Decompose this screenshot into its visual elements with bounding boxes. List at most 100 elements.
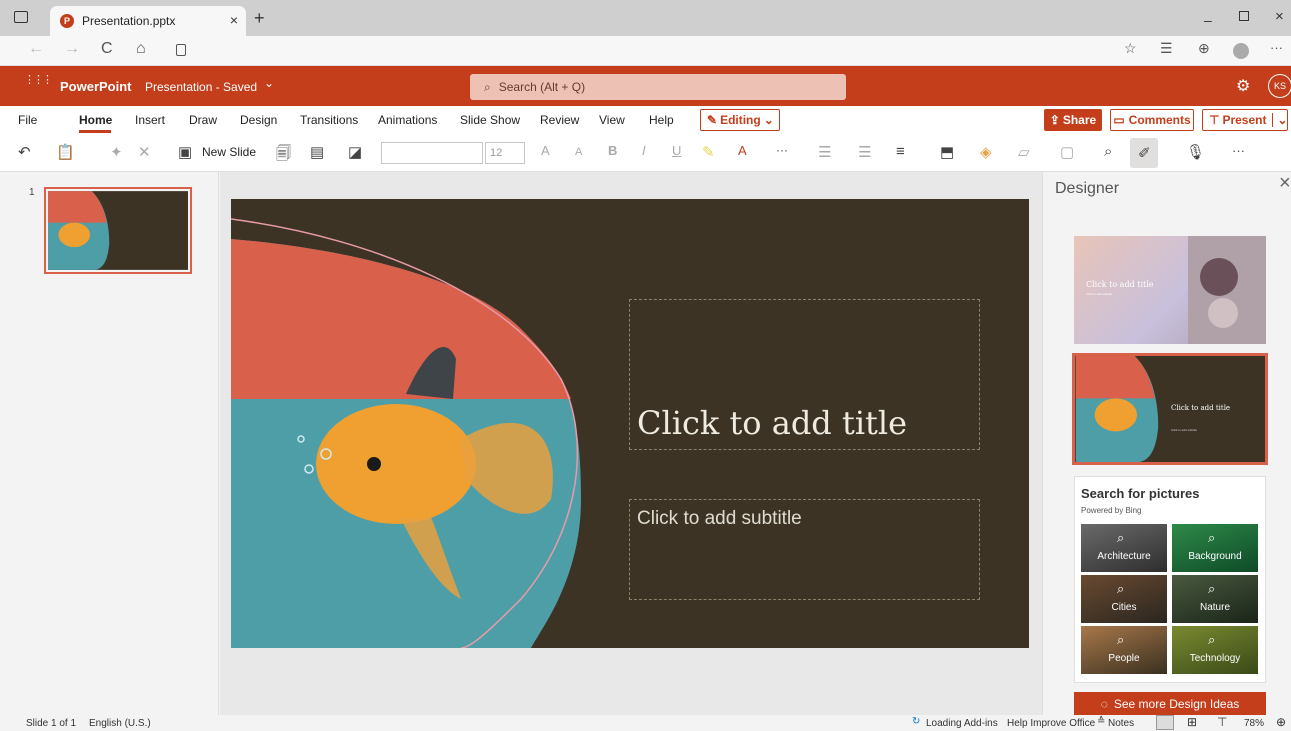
category-people[interactable]: ⌕ People	[1081, 626, 1167, 674]
category-architecture[interactable]: ⌕ Architecture	[1081, 524, 1167, 572]
close-window-icon[interactable]: ×	[1275, 8, 1284, 25]
delete-icon[interactable]: ✕	[138, 143, 151, 161]
bullets-icon[interactable]: ☰	[818, 143, 831, 161]
collections-icon[interactable]: ⊕	[1198, 40, 1210, 57]
menu-slideshow[interactable]: Slide Show	[460, 113, 520, 127]
forward-icon[interactable]: →	[64, 40, 80, 58]
more-options-icon[interactable]: ···	[1232, 143, 1245, 158]
help-improve-office[interactable]: Help Improve Office	[1007, 718, 1095, 729]
undo-icon[interactable]: ↶	[18, 143, 31, 161]
designer-close-icon[interactable]: ×	[1279, 172, 1291, 195]
notes-button[interactable]: Notes	[1108, 718, 1134, 729]
shapes-icon[interactable]: ⬒	[940, 143, 954, 161]
home-icon[interactable]: ⌂	[136, 40, 146, 58]
designer-toggle-icon[interactable]: ✐	[1130, 138, 1158, 168]
new-slide-icon[interactable]: ▣	[178, 143, 192, 161]
refresh-icon[interactable]: C	[101, 40, 113, 58]
slide[interactable]: Click to add title Click to add subtitle	[231, 199, 1029, 648]
design-idea-1[interactable]: Click to add title Click to add subtitle	[1074, 236, 1266, 344]
normal-view-icon[interactable]	[1156, 715, 1174, 730]
present-chevron-icon[interactable]: ⌄	[1272, 113, 1288, 127]
slide-thumbnail[interactable]	[44, 187, 192, 274]
settings-icon[interactable]: ⚙	[1236, 76, 1250, 96]
shape-fill-icon[interactable]: ◈	[980, 143, 992, 161]
app-launcher-icon[interactable]: ⋮⋮⋮	[24, 75, 53, 86]
font-size-dropdown[interactable]: 12	[485, 142, 525, 164]
subtitle-placeholder[interactable]: Click to add subtitle	[629, 499, 980, 600]
background-icon[interactable]: ◪	[348, 143, 362, 161]
format-painter-icon[interactable]: ✦	[110, 143, 123, 161]
slide-sorter-icon[interactable]: ⊞	[1187, 715, 1197, 729]
increase-font-icon[interactable]: A	[541, 143, 550, 158]
language-indicator[interactable]: English (U.S.)	[89, 718, 151, 729]
editing-mode-button[interactable]: ✎ Editing ⌄	[700, 109, 780, 131]
numbering-icon[interactable]: ☰	[858, 143, 871, 161]
menu-transitions[interactable]: Transitions	[300, 113, 358, 127]
restore-icon[interactable]	[1239, 11, 1249, 21]
category-search-icon: ⌕	[1117, 632, 1125, 647]
layout-icon[interactable]: ▤	[310, 143, 324, 161]
fit-to-window-icon[interactable]: ⊕	[1276, 715, 1286, 729]
decrease-font-icon[interactable]: A	[575, 146, 582, 158]
italic-icon[interactable]: I	[642, 143, 646, 158]
tab-title: Presentation.pptx	[82, 14, 176, 28]
underline-icon[interactable]: U	[672, 143, 681, 158]
slide-thumbnail-pane: 1	[0, 172, 219, 715]
shape-outline-icon[interactable]: ▱	[1018, 143, 1030, 161]
tab-close-icon[interactable]: ×	[230, 12, 238, 28]
see-more-design-ideas-button[interactable]: ◌ See more Design Ideas	[1074, 692, 1266, 715]
category-technology[interactable]: ⌕ Technology	[1172, 626, 1258, 674]
powerpoint-favicon-icon: P	[60, 14, 74, 28]
app-name[interactable]: PowerPoint	[60, 79, 132, 94]
design-idea-2[interactable]: Click to add title Click to add subtitle	[1072, 353, 1268, 465]
title-placeholder[interactable]: Click to add title	[629, 299, 980, 450]
menu-file[interactable]: File	[18, 113, 37, 127]
present-button[interactable]: ⊤ Present ⌄	[1202, 109, 1288, 131]
zoom-level[interactable]: 78%	[1244, 718, 1264, 729]
font-name-dropdown[interactable]	[381, 142, 483, 164]
clipboard-icon[interactable]: 📋	[56, 143, 75, 161]
category-cities[interactable]: ⌕ Cities	[1081, 575, 1167, 623]
menu-animations[interactable]: Animations	[378, 113, 437, 127]
document-status[interactable]: Presentation - Saved	[145, 80, 257, 94]
font-color-icon[interactable]: A	[738, 143, 747, 158]
bold-icon[interactable]: B	[608, 143, 617, 158]
comment-icon: ▭	[1113, 113, 1125, 127]
find-icon[interactable]: ⌕	[1104, 143, 1112, 160]
avatar[interactable]: KS	[1268, 74, 1291, 98]
menu-draw[interactable]: Draw	[189, 113, 217, 127]
dictate-icon[interactable]: 🎙	[1186, 143, 1205, 161]
share-button[interactable]: ⇪ Share	[1044, 109, 1102, 131]
reuse-slides-icon[interactable]: 🗐	[276, 143, 291, 168]
notes-icon[interactable]: ≙	[1097, 716, 1105, 727]
category-nature-label: Nature	[1199, 602, 1230, 613]
doc-status-chevron-icon[interactable]: ⌄	[264, 76, 274, 90]
favorite-icon[interactable]: ☆	[1124, 40, 1137, 57]
shape-effects-icon[interactable]: ▢	[1060, 143, 1074, 161]
browser-menu-icon[interactable]: ···	[1270, 40, 1283, 55]
menu-help[interactable]: Help	[649, 113, 674, 127]
minimize-icon[interactable]: –	[1204, 12, 1212, 28]
menu-review[interactable]: Review	[540, 113, 579, 127]
highlight-icon[interactable]: ✎	[702, 143, 715, 161]
profile-icon[interactable]	[1233, 43, 1249, 59]
slideshow-icon[interactable]: ⊤	[1217, 715, 1227, 729]
favorites-list-icon[interactable]: ☰	[1160, 40, 1173, 57]
menu-view[interactable]: View	[599, 113, 625, 127]
menu-home[interactable]: Home	[79, 113, 112, 127]
category-technology-label: Technology	[1189, 653, 1241, 664]
menu-insert[interactable]: Insert	[135, 113, 165, 127]
back-icon[interactable]: ←	[28, 40, 44, 58]
new-slide-button[interactable]: New Slide	[202, 145, 256, 159]
comments-button[interactable]: ▭ Comments	[1110, 109, 1194, 131]
menu-design[interactable]: Design	[240, 113, 277, 127]
category-nature[interactable]: ⌕ Nature	[1172, 575, 1258, 623]
picture-search-heading: Search for pictures	[1081, 486, 1200, 501]
category-background[interactable]: ⌕ Background	[1172, 524, 1258, 572]
tab-actions-icon[interactable]	[14, 11, 28, 23]
search-box[interactable]: ⌕ Search (Alt + Q)	[470, 74, 846, 100]
browser-tab[interactable]: P Presentation.pptx ×	[50, 6, 246, 36]
new-tab-button[interactable]: +	[254, 8, 265, 29]
more-font-options-icon[interactable]: ···	[776, 143, 788, 157]
align-icon[interactable]: ≡	[896, 143, 905, 160]
